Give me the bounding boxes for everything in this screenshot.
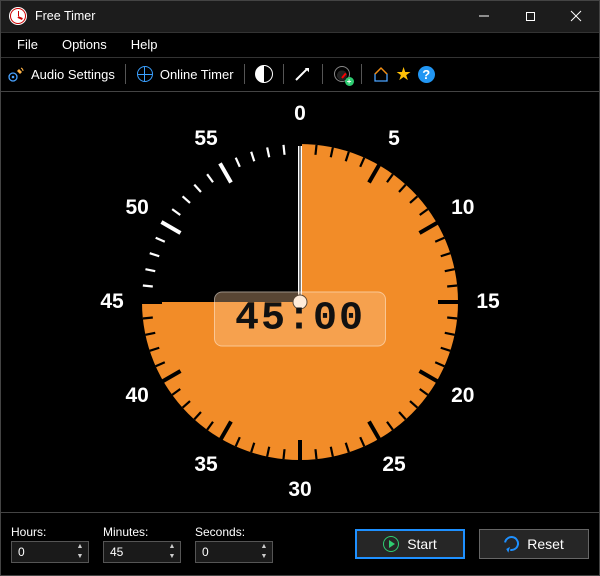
clock-area: 45:00 0 5 10 15 20 25 30 35 40 45 50 55 bbox=[1, 92, 599, 512]
play-icon bbox=[383, 536, 399, 552]
reset-icon bbox=[501, 533, 522, 554]
window-title: Free Timer bbox=[35, 9, 95, 23]
start-label: Start bbox=[407, 536, 437, 552]
title-bar: Free Timer bbox=[1, 1, 599, 33]
audio-gear-icon bbox=[7, 65, 25, 83]
hours-value: 0 bbox=[18, 545, 25, 559]
menu-file[interactable]: File bbox=[7, 35, 48, 54]
start-button[interactable]: Start bbox=[355, 529, 465, 559]
seconds-input[interactable]: 0 ▲ ▼ bbox=[195, 541, 273, 563]
minutes-down-button[interactable]: ▼ bbox=[164, 552, 180, 562]
clock-face-number: 15 bbox=[476, 290, 499, 314]
audio-settings-label: Audio Settings bbox=[31, 67, 115, 82]
minutes-input[interactable]: 45 ▲ ▼ bbox=[103, 541, 181, 563]
menu-help[interactable]: Help bbox=[121, 35, 168, 54]
clock-face-number: 0 bbox=[294, 102, 306, 126]
star-icon: ★ bbox=[396, 65, 412, 83]
title-left: Free Timer bbox=[1, 7, 95, 25]
hours-stepper: ▲ ▼ bbox=[72, 542, 88, 562]
app-clock-icon bbox=[9, 7, 27, 25]
close-button[interactable] bbox=[553, 1, 599, 32]
window-controls bbox=[461, 1, 599, 32]
reset-button[interactable]: Reset bbox=[479, 529, 589, 559]
toolbar-separator bbox=[283, 64, 284, 84]
minutes-value: 45 bbox=[110, 545, 123, 559]
menu-options[interactable]: Options bbox=[52, 35, 117, 54]
gauge-plus-icon: + bbox=[333, 65, 351, 83]
toolbar-separator bbox=[125, 64, 126, 84]
help-icon: ? bbox=[418, 66, 435, 83]
globe-icon bbox=[136, 65, 154, 83]
hours-field: Hours: 0 ▲ ▼ bbox=[11, 525, 89, 563]
minutes-field: Minutes: 45 ▲ ▼ bbox=[103, 525, 181, 563]
online-timer-label: Online Timer bbox=[160, 67, 234, 82]
clock-face-number: 40 bbox=[125, 384, 148, 408]
home-button[interactable] bbox=[372, 65, 390, 83]
seconds-stepper: ▲ ▼ bbox=[256, 542, 272, 562]
fullscreen-button[interactable] bbox=[294, 65, 312, 83]
minutes-stepper: ▲ ▼ bbox=[164, 542, 180, 562]
menu-bar: File Options Help bbox=[1, 33, 599, 59]
help-button[interactable]: ? bbox=[418, 66, 435, 83]
toolbar-separator bbox=[244, 64, 245, 84]
hours-down-button[interactable]: ▼ bbox=[72, 552, 88, 562]
app-window: Free Timer File Options Help bbox=[0, 0, 600, 576]
digital-display: 45:00 bbox=[214, 291, 386, 346]
add-gauge-button[interactable]: + bbox=[333, 65, 351, 83]
seconds-label: Seconds: bbox=[195, 525, 273, 539]
hours-input[interactable]: 0 ▲ ▼ bbox=[11, 541, 89, 563]
expand-icon bbox=[294, 65, 312, 83]
toolbar-separator bbox=[361, 64, 362, 84]
online-timer-button[interactable]: Online Timer bbox=[136, 65, 234, 83]
seconds-up-button[interactable]: ▲ bbox=[256, 542, 272, 552]
minutes-label: Minutes: bbox=[103, 525, 181, 539]
home-icon bbox=[372, 65, 390, 83]
clock-face-number: 55 bbox=[194, 127, 217, 151]
clock-face-number: 35 bbox=[194, 453, 217, 477]
clock-face-number: 20 bbox=[451, 384, 474, 408]
audio-settings-button[interactable]: Audio Settings bbox=[7, 65, 115, 83]
minutes-up-button[interactable]: ▲ bbox=[164, 542, 180, 552]
hours-up-button[interactable]: ▲ bbox=[72, 542, 88, 552]
minimize-button[interactable] bbox=[461, 1, 507, 32]
clock-face-number: 50 bbox=[125, 196, 148, 220]
reset-label: Reset bbox=[527, 536, 564, 552]
hours-label: Hours: bbox=[11, 525, 89, 539]
toolbar: Audio Settings Online Timer + bbox=[1, 58, 599, 92]
bottom-panel: Hours: 0 ▲ ▼ Minutes: 45 ▲ ▼ Seconds: bbox=[1, 512, 599, 575]
maximize-button[interactable] bbox=[507, 1, 553, 32]
clock-face-number: 10 bbox=[451, 196, 474, 220]
toolbar-separator bbox=[322, 64, 323, 84]
clock-face-number: 30 bbox=[288, 478, 311, 502]
contrast-button[interactable] bbox=[255, 65, 273, 83]
seconds-value: 0 bbox=[202, 545, 209, 559]
seconds-field: Seconds: 0 ▲ ▼ bbox=[195, 525, 273, 563]
clock-face-number: 5 bbox=[388, 127, 400, 151]
favorite-button[interactable]: ★ bbox=[396, 65, 412, 83]
seconds-down-button[interactable]: ▼ bbox=[256, 552, 272, 562]
clock-face-number: 25 bbox=[382, 453, 405, 477]
contrast-icon bbox=[255, 65, 273, 83]
clock-face-number: 45 bbox=[100, 290, 123, 314]
